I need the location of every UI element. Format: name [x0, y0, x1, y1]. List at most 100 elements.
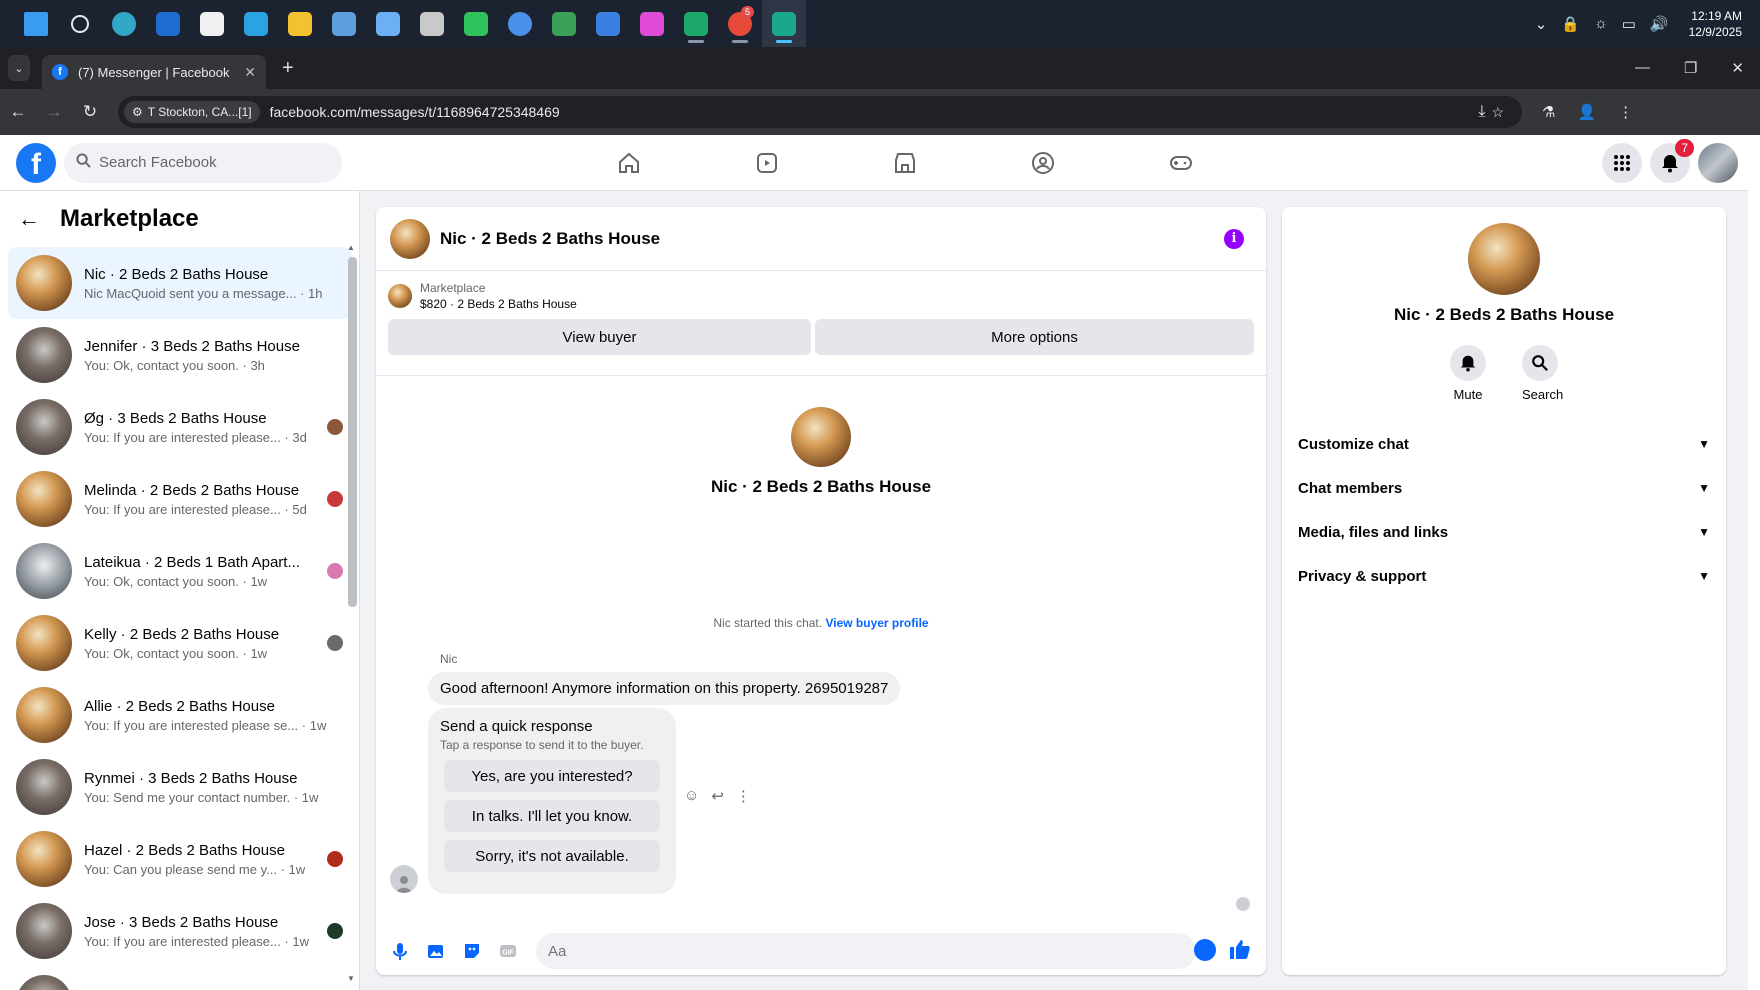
chevron-up-icon[interactable]: ⌄ [1535, 15, 1548, 33]
windows-start-icon[interactable] [14, 0, 58, 47]
glasses-app-icon[interactable] [674, 0, 718, 47]
bookmark-star-icon[interactable]: ☆ [1491, 104, 1504, 121]
display-icon[interactable]: ▭ [1622, 15, 1636, 33]
file-explorer-icon[interactable] [278, 0, 322, 47]
security-icon[interactable]: 🔒 [1561, 15, 1580, 33]
conversation-item[interactable]: Lateikua · 2 Beds 1 Bath Apart... You: Ok… [8, 535, 351, 607]
snipping-tool-icon[interactable] [366, 0, 410, 47]
conversation-item[interactable]: Nic · 2 Beds 2 Baths House Nic MacQuoid s… [8, 247, 351, 319]
chrome-icon[interactable]: 5 [718, 0, 762, 47]
message-bubble[interactable]: Good afternoon! Anymore information on t… [428, 672, 901, 705]
site-info-chip[interactable]: ⚙ T Stockton, CA...[1] [124, 101, 260, 123]
nav-video[interactable] [698, 135, 836, 191]
view-buyer-profile-link[interactable]: View buyer profile [825, 616, 928, 630]
scrollbar-thumb[interactable] [348, 257, 357, 607]
emoji-icon[interactable] [1194, 939, 1216, 961]
scroll-down-icon[interactable]: ▼ [347, 974, 355, 983]
customize-chat-section[interactable]: Customize chat ▼ [1282, 422, 1726, 466]
store-icon[interactable] [190, 0, 234, 47]
nav-groups[interactable] [974, 135, 1112, 191]
brightness-icon[interactable]: ☼ [1594, 15, 1608, 32]
page-scrollbar[interactable] [1748, 135, 1760, 990]
conversation-item[interactable]: Jennifer · 3 Beds 2 Baths House You: Ok, … [8, 319, 351, 391]
conversation-name: Øg · 3 Beds 2 Baths House [84, 409, 267, 427]
browser-menu-icon[interactable]: ⋮ [1618, 103, 1633, 121]
message-input[interactable] [536, 933, 1196, 969]
vpn-lock-icon[interactable] [542, 0, 586, 47]
listing-row[interactable]: Marketplace $820 · 2 Beds 2 Baths House [388, 281, 1254, 311]
details-avatar[interactable] [1468, 223, 1540, 295]
edge-icon[interactable] [102, 0, 146, 47]
media-files-links-section[interactable]: Media, files and links ▼ [1282, 510, 1726, 554]
nav-marketplace[interactable] [836, 135, 974, 191]
reply-icon[interactable]: ↩ [711, 787, 724, 805]
chat-avatar[interactable] [390, 218, 430, 259]
profile-icon[interactable]: 👤 [1577, 103, 1596, 121]
gif-icon[interactable]: GIF [496, 939, 520, 963]
volume-icon[interactable]: 🔊 [1650, 15, 1669, 33]
back-arrow-icon[interactable]: ← [18, 206, 40, 232]
thumbs-up-icon[interactable] [1228, 937, 1252, 966]
conversation-item[interactable]: Øg · 3 Beds 2 Baths House You: If you are… [8, 391, 351, 463]
chat-title[interactable]: Nic · 2 Beds 2 Baths House [440, 229, 660, 249]
whatsapp-icon[interactable] [454, 0, 498, 47]
facebook-favicon-icon: f [52, 64, 68, 80]
sidebar-title: Marketplace [60, 205, 199, 232]
back-icon[interactable]: ← [0, 102, 36, 122]
reload-icon[interactable]: ↻ [72, 102, 108, 122]
react-emoji-icon[interactable]: ☺ [684, 787, 699, 805]
telegram-icon[interactable] [234, 0, 278, 47]
stock-app-icon[interactable] [762, 0, 806, 47]
install-app-icon[interactable]: ⤓ [1478, 103, 1485, 121]
info-icon[interactable]: i [1224, 228, 1244, 249]
color-wheel-icon[interactable] [630, 0, 674, 47]
browser-tab-messenger[interactable]: f (7) Messenger | Facebook ✕ [42, 55, 266, 89]
privacy-support-section[interactable]: Privacy & support ▼ [1282, 554, 1726, 598]
microphone-icon[interactable] [388, 939, 412, 963]
more-options-button[interactable]: More options [815, 319, 1254, 355]
menu-button[interactable] [1602, 142, 1642, 183]
nav-gaming[interactable] [1112, 135, 1250, 191]
view-buyer-button[interactable]: View buyer [388, 319, 812, 355]
quick-reply-button[interactable]: Yes, are you interested? [444, 760, 660, 792]
search-icon[interactable] [58, 0, 102, 47]
account-avatar[interactable] [1698, 142, 1738, 183]
photo-icon[interactable] [424, 939, 448, 963]
more-actions-icon[interactable]: ⋮ [736, 787, 751, 805]
notepad-icon[interactable] [322, 0, 366, 47]
search-in-chat-button[interactable]: Search [1522, 345, 1563, 402]
address-bar[interactable]: ⚙ T Stockton, CA...[1] facebook.com/messa… [118, 96, 1522, 128]
scroll-up-icon[interactable]: ▲ [347, 243, 355, 252]
sidebar-scrollbar[interactable]: ▲ ▼ [347, 243, 357, 983]
app-icon[interactable] [410, 0, 454, 47]
new-tab-icon[interactable]: + [282, 57, 294, 80]
tab-search-dropdown-icon[interactable]: ⌄ [8, 55, 30, 81]
nav-home[interactable] [560, 135, 698, 191]
sticker-icon[interactable] [460, 939, 484, 963]
quick-reply-button[interactable]: In talks. I'll let you know. [444, 800, 660, 832]
conversation-item[interactable]: Melinda · 2 Beds 2 Baths House You: If yo… [8, 463, 351, 535]
minimize-icon[interactable]: — [1635, 59, 1650, 77]
restore-icon[interactable]: ❐ [1684, 59, 1697, 77]
outlook-icon[interactable] [146, 0, 190, 47]
sailfish-icon[interactable] [586, 0, 630, 47]
conversation-item[interactable]: Kelly · 2 Beds 2 Baths House You: Ok, con… [8, 607, 351, 679]
chrome-icon[interactable] [498, 0, 542, 47]
labs-flask-icon[interactable]: ⚗ [1542, 103, 1555, 121]
clock[interactable]: 12:19 AM 12/9/2025 [1689, 8, 1742, 40]
conversation-item[interactable]: Hazel · 2 Beds 2 Baths House You: Can you… [8, 823, 351, 895]
quick-reply-button[interactable]: Sorry, it's not available. [444, 840, 660, 872]
conversation-item[interactable]: Heather · 3 Beds 2 Baths House [8, 967, 351, 990]
conversation-item[interactable]: Jose · 3 Beds 2 Baths House You: If you a… [8, 895, 351, 967]
facebook-search[interactable]: Search Facebook [64, 142, 342, 183]
forward-icon[interactable]: → [36, 102, 72, 122]
conversation-item[interactable]: Rynmei · 3 Beds 2 Baths House You: Send m… [8, 751, 351, 823]
tab-close-icon[interactable]: ✕ [244, 64, 256, 81]
notifications-button[interactable]: 7 [1650, 138, 1694, 183]
facebook-logo-icon[interactable]: f [16, 142, 56, 183]
url-text[interactable]: facebook.com/messages/t/1168964725348469 [270, 104, 560, 120]
mute-button[interactable]: Mute [1450, 345, 1486, 402]
conversation-item[interactable]: Allie · 2 Beds 2 Baths House You: If you … [8, 679, 351, 751]
window-close-icon[interactable]: ✕ [1731, 59, 1744, 77]
chat-members-section[interactable]: Chat members ▼ [1282, 466, 1726, 510]
